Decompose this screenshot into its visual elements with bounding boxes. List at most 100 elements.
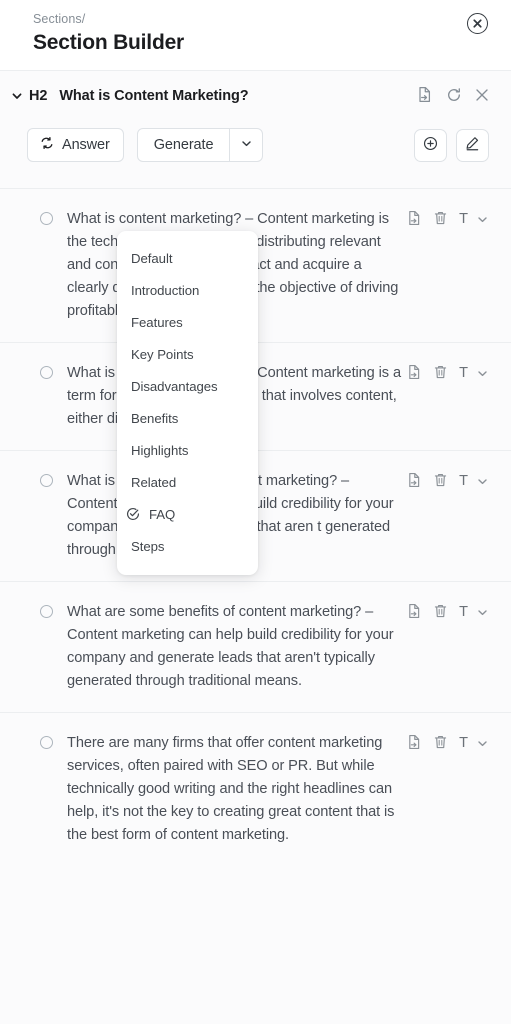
- export-document-icon: [407, 734, 422, 753]
- answer-text-style-button[interactable]: T: [459, 212, 489, 227]
- answer-export-button[interactable]: [407, 472, 422, 491]
- pencil-icon: [464, 135, 481, 155]
- answer-delete-button[interactable]: [433, 734, 448, 753]
- menu-item-label: Features: [131, 314, 183, 330]
- trash-icon: [433, 734, 448, 753]
- section-header-row: H2 What is Content Marketing?: [0, 76, 511, 116]
- export-document-icon: [407, 210, 422, 229]
- menu-item-key-points[interactable]: Key Points: [117, 338, 258, 370]
- answer-item-actions: T: [407, 362, 489, 383]
- answer-text-style-button[interactable]: T: [459, 366, 489, 381]
- answer-item-actions: T: [407, 208, 489, 229]
- section-collapse-chevron-down-icon[interactable]: [8, 87, 26, 105]
- answer-delete-button[interactable]: [433, 603, 448, 622]
- text-style-label: T: [459, 735, 468, 752]
- menu-item-benefits[interactable]: Benefits: [117, 402, 258, 434]
- generate-split-button: Generate: [136, 128, 264, 162]
- chevron-down-icon: [476, 475, 489, 488]
- export-document-icon: [407, 472, 422, 491]
- page-header: Sections/ Section Builder: [0, 0, 511, 70]
- trash-icon: [433, 603, 448, 622]
- answer-item[interactable]: What are some benefits of content market…: [0, 581, 511, 712]
- section-panel: H2 What is Content Marketing? Answer Gen…: [0, 70, 511, 1024]
- text-style-label: T: [459, 211, 468, 228]
- answer-item[interactable]: There are many firms that offer content …: [0, 712, 511, 866]
- export-document-icon: [417, 86, 433, 106]
- answer-delete-button[interactable]: [433, 364, 448, 383]
- page-title: Section Builder: [33, 31, 185, 54]
- menu-item-label: Highlights: [131, 442, 189, 458]
- section-builder-app: Sections/ Section Builder H2 What is Con…: [0, 0, 511, 1024]
- menu-item-label: Disadvantages: [131, 378, 218, 394]
- menu-item-label: Key Points: [131, 346, 194, 362]
- export-document-icon: [407, 603, 422, 622]
- answer-select-radio[interactable]: [40, 605, 53, 618]
- answer-select-radio[interactable]: [40, 736, 53, 749]
- trash-icon: [433, 472, 448, 491]
- answer-item-actions: T: [407, 470, 489, 491]
- answer-select-radio[interactable]: [40, 366, 53, 379]
- add-item-button[interactable]: [414, 128, 447, 162]
- chevron-down-icon: [476, 367, 489, 380]
- section-header-actions: [417, 86, 489, 106]
- menu-item-introduction[interactable]: Introduction: [117, 274, 258, 306]
- answer-delete-button[interactable]: [433, 472, 448, 491]
- chevron-down-icon: [476, 737, 489, 750]
- plus-circle-icon: [422, 135, 439, 155]
- answer-export-button[interactable]: [407, 603, 422, 622]
- section-heading-level: H2: [29, 88, 48, 104]
- breadcrumb: Sections/: [33, 12, 86, 26]
- menu-item-label: Default: [131, 250, 173, 266]
- menu-item-highlights[interactable]: Highlights: [117, 434, 258, 466]
- toolbar-right-actions: [414, 128, 489, 162]
- menu-item-label: Related: [131, 474, 177, 490]
- answer-export-button[interactable]: [407, 364, 422, 383]
- close-circle-icon: [473, 19, 482, 28]
- menu-item-features[interactable]: Features: [117, 306, 258, 338]
- chevron-down-icon: [476, 213, 489, 226]
- close-icon: [475, 88, 489, 105]
- text-style-label: T: [459, 365, 468, 382]
- answer-button-label: Answer: [62, 137, 110, 153]
- text-style-label: T: [459, 473, 468, 490]
- cycle-refresh-icon: [39, 135, 55, 155]
- trash-icon: [433, 364, 448, 383]
- answer-export-button[interactable]: [407, 734, 422, 753]
- answer-item-text: What are some benefits of content market…: [67, 604, 394, 689]
- edit-button[interactable]: [456, 128, 489, 162]
- menu-item-label: Benefits: [131, 410, 179, 426]
- export-section-button[interactable]: [417, 86, 433, 106]
- chevron-down-icon: [240, 137, 253, 153]
- menu-item-disadvantages[interactable]: Disadvantages: [117, 370, 258, 402]
- answer-item-actions: T: [407, 601, 489, 622]
- chevron-down-icon: [476, 606, 489, 619]
- section-toolbar: Answer Generate: [0, 116, 511, 168]
- menu-item-related[interactable]: Related: [117, 466, 258, 498]
- answer-button[interactable]: Answer: [27, 128, 124, 162]
- answer-text-style-button[interactable]: T: [459, 474, 489, 489]
- export-document-icon: [407, 364, 422, 383]
- menu-item-label: FAQ: [149, 506, 176, 522]
- answer-select-radio[interactable]: [40, 474, 53, 487]
- menu-item-default[interactable]: Default: [117, 242, 258, 274]
- generate-dropdown-menu[interactable]: Default Introduction Features Key Points Dis…: [117, 231, 258, 575]
- answer-delete-button[interactable]: [433, 210, 448, 229]
- generate-button[interactable]: Generate: [138, 129, 230, 161]
- answer-export-button[interactable]: [407, 210, 422, 229]
- menu-item-faq[interactable]: FAQ: [117, 498, 258, 530]
- menu-item-label: Steps: [131, 538, 165, 554]
- text-style-label: T: [459, 604, 468, 621]
- remove-section-button[interactable]: [475, 88, 489, 105]
- answer-text-style-button[interactable]: T: [459, 605, 489, 620]
- refresh-icon: [446, 87, 462, 106]
- menu-item-steps[interactable]: Steps: [117, 530, 258, 562]
- regenerate-section-button[interactable]: [446, 87, 462, 106]
- trash-icon: [433, 210, 448, 229]
- answer-text-style-button[interactable]: T: [459, 736, 489, 751]
- close-panel-button[interactable]: [467, 13, 488, 34]
- answer-item-actions: T: [407, 732, 489, 753]
- answer-select-radio[interactable]: [40, 212, 53, 225]
- generate-dropdown-toggle[interactable]: [229, 129, 262, 161]
- check-circle-icon: [117, 507, 149, 521]
- answer-item-text: There are many firms that offer content …: [67, 735, 395, 843]
